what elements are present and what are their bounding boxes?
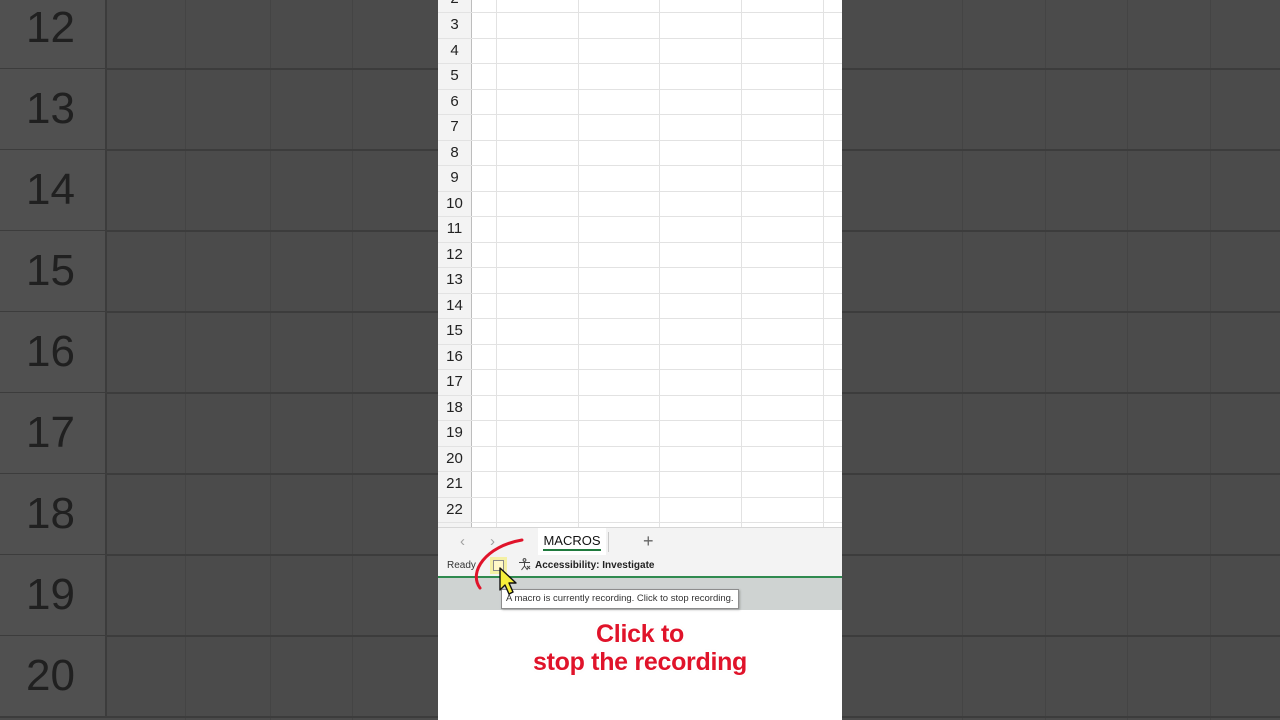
table-row[interactable]: 8 [438,140,842,166]
sheet-tab-label: MACROS [543,533,601,551]
video-caption: Click to stop the recording [438,620,842,676]
bg-row: 16 [0,312,438,394]
row-number[interactable]: 5 [438,63,471,89]
table-row[interactable]: 22 [438,497,842,523]
bg-row: 14 [0,150,438,232]
status-ready: Ready [447,560,476,571]
bg-row: 20 [0,636,438,718]
table-row[interactable]: 16 [438,344,842,370]
row-number[interactable]: 17 [438,369,471,395]
row-number[interactable]: 3 [438,12,471,38]
table-row[interactable]: 9 [438,165,842,192]
worksheet-grid[interactable]: 2 3 4 5 6 7 8 9 10 11 12 13 14 15 16 17 … [438,0,842,527]
row-number[interactable]: 16 [438,344,471,370]
caption-line-1: Click to [596,620,684,648]
row-number[interactable]: 15 [438,318,471,344]
bg-row-number: 17 [26,408,75,457]
row-number[interactable]: 11 [438,216,471,242]
row-number[interactable]: 2 [438,0,471,12]
table-row[interactable]: 17 [438,369,842,396]
row-number[interactable]: 20 [438,446,471,472]
bg-row-number: 14 [26,165,75,214]
bg-row-number: 13 [26,84,75,133]
row-number[interactable]: 22 [438,497,471,523]
table-row[interactable]: 3 [438,12,842,39]
bg-row-number: 16 [26,327,75,376]
row-number[interactable]: 12 [438,242,471,268]
sheet-tab-macros[interactable]: MACROS [538,528,606,555]
background-zoom-right [842,0,1280,720]
add-sheet-button[interactable]: + [643,531,654,552]
bg-row: 15 [0,231,438,313]
row-number[interactable]: 13 [438,267,471,293]
bg-row: 17 [0,393,438,475]
row-number[interactable]: 9 [438,165,471,191]
caption-line-2: stop the recording [532,648,748,676]
table-row[interactable]: 12 [438,242,842,268]
table-row[interactable]: 6 [438,89,842,115]
table-row[interactable]: 5 [438,63,842,90]
row-number[interactable]: 14 [438,293,471,319]
table-row[interactable]: 18 [438,395,842,421]
table-row[interactable]: 13 [438,267,842,294]
table-row[interactable]: 15 [438,318,842,345]
table-row[interactable]: 7 [438,114,842,141]
table-row[interactable]: 21 [438,471,842,498]
row-number[interactable]: 10 [438,191,471,217]
accessibility-icon[interactable] [518,558,531,574]
accessibility-status[interactable]: Accessibility: Investigate [535,560,655,571]
bg-row-number: 12 [26,3,75,52]
bg-row-number: 18 [26,489,75,538]
bg-row: 12 [0,0,438,70]
next-sheet-button[interactable]: › [490,533,495,550]
bg-row: 19 [0,555,438,637]
table-row[interactable]: 10 [438,191,842,217]
bg-row-number: 15 [26,246,75,295]
bg-row: 18 [0,474,438,556]
table-row[interactable]: 19 [438,420,842,447]
table-row[interactable]: 14 [438,293,842,319]
row-number[interactable]: 8 [438,140,471,166]
background-zoom-left: 12 13 14 15 16 17 18 19 20 [0,0,438,720]
bg-row-number: 19 [26,570,75,619]
row-number[interactable]: 7 [438,114,471,140]
recording-tooltip: A macro is currently recording. Click to… [501,589,739,609]
sheet-tab-bar: ‹ › MACROS + [438,527,842,557]
bg-row: 13 [0,69,438,151]
bg-row-number: 20 [26,651,75,700]
table-row[interactable]: 11 [438,216,842,243]
row-number[interactable]: 19 [438,420,471,446]
row-number[interactable]: 4 [438,38,471,64]
table-row[interactable]: 2 [438,0,842,13]
row-number[interactable]: 6 [438,89,471,115]
row-number[interactable]: 21 [438,471,471,497]
table-row[interactable]: 4 [438,38,842,64]
stop-recording-icon[interactable] [493,560,504,571]
table-row[interactable]: 20 [438,446,842,472]
row-number[interactable]: 18 [438,395,471,421]
prev-sheet-button[interactable]: ‹ [460,533,465,550]
tab-divider [608,532,609,552]
status-bar: Ready Accessibility: Investigate [438,556,842,578]
excel-window: 2 3 4 5 6 7 8 9 10 11 12 13 14 15 16 17 … [438,0,842,720]
